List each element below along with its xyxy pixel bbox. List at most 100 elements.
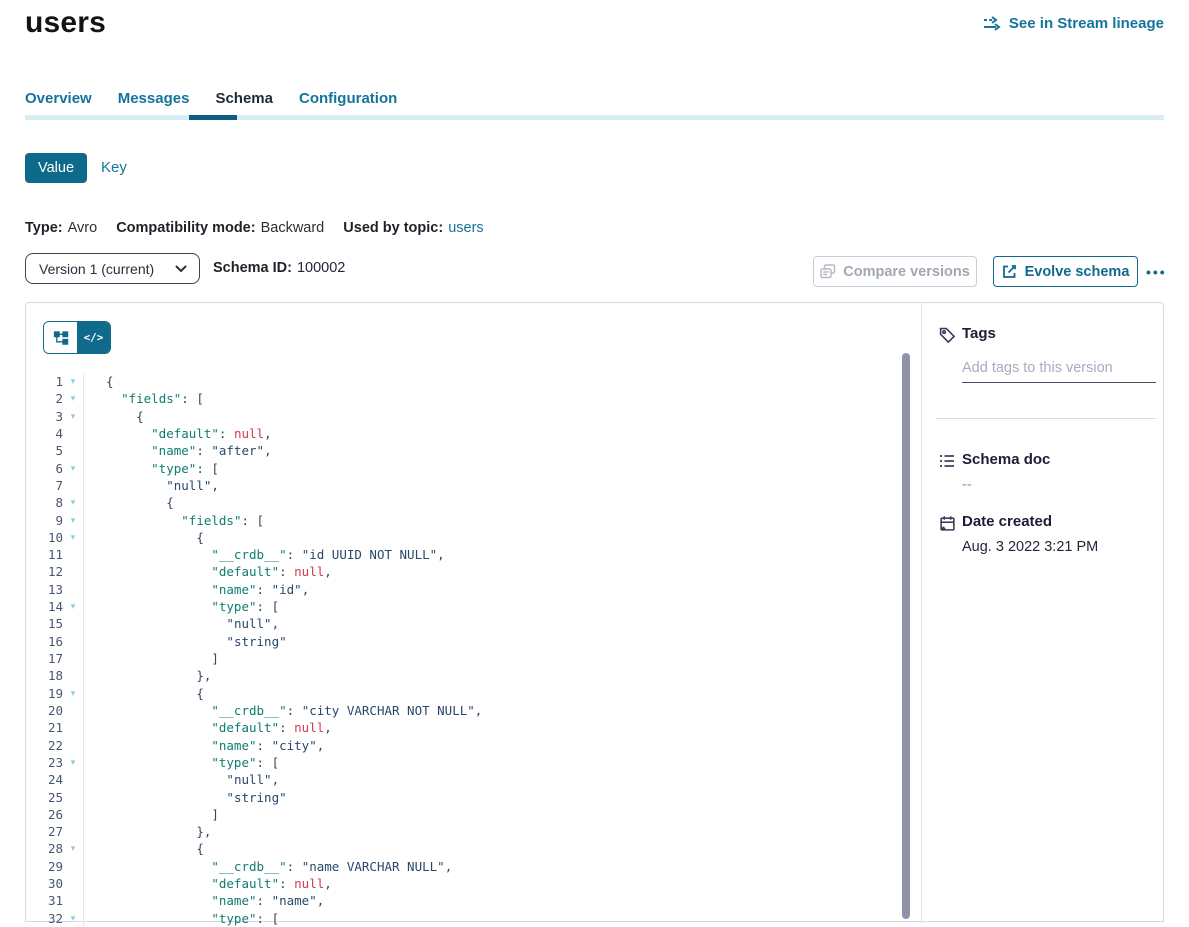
line-number: 32 xyxy=(26,910,63,927)
fold-toggle-icon[interactable]: ▾ xyxy=(63,373,83,390)
page-title: users xyxy=(25,6,106,40)
stream-lineage-link[interactable]: See in Stream lineage xyxy=(983,15,1164,32)
code-text: "type": [ xyxy=(83,910,906,927)
tree-view-button[interactable] xyxy=(44,322,77,353)
code-line: 19▾ { xyxy=(26,685,906,702)
line-number: 11 xyxy=(26,546,63,563)
code-line: 5 "name": "after", xyxy=(26,442,906,459)
schema-doc-title: Schema doc xyxy=(962,451,1050,468)
fold-gutter xyxy=(63,771,83,788)
tab-overview[interactable]: Overview xyxy=(25,90,92,107)
line-number: 12 xyxy=(26,563,63,580)
topic-link[interactable]: users xyxy=(448,220,483,236)
fold-toggle-icon[interactable]: ▾ xyxy=(63,910,83,927)
meta-used-by-topic: Used by topic:users xyxy=(343,220,483,236)
fold-toggle-icon[interactable]: ▾ xyxy=(63,390,83,407)
line-number: 15 xyxy=(26,615,63,632)
fold-toggle-icon[interactable]: ▾ xyxy=(63,494,83,511)
tab-messages[interactable]: Messages xyxy=(118,90,190,107)
line-number: 10 xyxy=(26,529,63,546)
line-number: 19 xyxy=(26,685,63,702)
line-number: 27 xyxy=(26,823,63,840)
fold-gutter xyxy=(63,581,83,598)
editor-view-toggle: </> xyxy=(43,321,111,354)
fold-toggle-icon[interactable]: ▾ xyxy=(63,840,83,857)
code-text: "name": "name", xyxy=(83,892,906,909)
code-text: "name": "id", xyxy=(83,581,906,598)
code-text: ] xyxy=(83,650,906,667)
more-actions-button[interactable]: ••• xyxy=(1146,256,1167,287)
fold-toggle-icon[interactable]: ▾ xyxy=(63,598,83,615)
tab-configuration[interactable]: Configuration xyxy=(299,90,397,107)
schema-doc-value: -- xyxy=(962,477,972,493)
fold-toggle-icon[interactable]: ▾ xyxy=(63,529,83,546)
code-text: "fields": [ xyxy=(83,390,906,407)
code-text: "name": "after", xyxy=(83,442,906,459)
compare-icon xyxy=(820,264,836,279)
code-text: "null", xyxy=(83,477,906,494)
chevron-down-icon xyxy=(175,265,187,273)
meta-type: Type:Avro xyxy=(25,220,97,236)
line-number: 8 xyxy=(26,494,63,511)
version-dropdown[interactable]: Version 1 (current) xyxy=(25,253,200,284)
line-number: 20 xyxy=(26,702,63,719)
line-number: 5 xyxy=(26,442,63,459)
code-text: { xyxy=(83,373,906,390)
tags-title: Tags xyxy=(962,325,996,342)
code-text: }, xyxy=(83,667,906,684)
code-text: "default": null, xyxy=(83,563,906,580)
fold-toggle-icon[interactable]: ▾ xyxy=(63,460,83,477)
line-number: 6 xyxy=(26,460,63,477)
line-number: 28 xyxy=(26,840,63,857)
fold-gutter xyxy=(63,425,83,442)
value-toggle-button[interactable]: Value xyxy=(25,153,87,183)
line-number: 16 xyxy=(26,633,63,650)
schema-id: Schema ID:100002 xyxy=(213,260,345,276)
fold-toggle-icon[interactable]: ▾ xyxy=(63,754,83,771)
code-line: 17 ] xyxy=(26,650,906,667)
stream-lineage-icon xyxy=(983,16,1002,31)
fold-toggle-icon[interactable]: ▾ xyxy=(63,408,83,425)
code-line: 20 "__crdb__": "city VARCHAR NOT NULL", xyxy=(26,702,906,719)
line-number: 18 xyxy=(26,667,63,684)
code-line: 24 "null", xyxy=(26,771,906,788)
tab-bar: Overview Messages Schema Configuration xyxy=(25,90,423,107)
code-text: "null", xyxy=(83,771,906,788)
code-line: 12 "default": null, xyxy=(26,563,906,580)
version-selected-value: Version 1 (current) xyxy=(26,261,175,277)
code-line: 16 "string" xyxy=(26,633,906,650)
fold-gutter xyxy=(63,806,83,823)
code-line: 21 "default": null, xyxy=(26,719,906,736)
compare-versions-button[interactable]: Compare versions xyxy=(813,256,977,287)
schema-code-editor[interactable]: 1▾{2▾ "fields": [3▾ {4 "default": null,5… xyxy=(26,373,906,927)
code-line: 30 "default": null, xyxy=(26,875,906,892)
tab-schema[interactable]: Schema xyxy=(215,90,273,107)
code-line: 6▾ "type": [ xyxy=(26,460,906,477)
editor-scrollbar[interactable] xyxy=(902,353,910,919)
fold-toggle-icon[interactable]: ▾ xyxy=(63,685,83,702)
code-text: "type": [ xyxy=(83,460,906,477)
evolve-schema-button[interactable]: Evolve schema xyxy=(993,256,1138,287)
tag-icon xyxy=(939,327,956,349)
code-text: "__crdb__": "name VARCHAR NULL", xyxy=(83,858,906,875)
add-tags-input[interactable] xyxy=(962,358,1156,383)
code-line: 2▾ "fields": [ xyxy=(26,390,906,407)
tree-view-icon xyxy=(53,330,69,346)
fold-gutter xyxy=(63,667,83,684)
line-number: 2 xyxy=(26,390,63,407)
code-text: }, xyxy=(83,823,906,840)
date-created-value: Aug. 3 2022 3:21 PM xyxy=(962,539,1098,555)
code-view-button[interactable]: </> xyxy=(77,322,110,353)
fold-toggle-icon[interactable]: ▾ xyxy=(63,512,83,529)
code-text: { xyxy=(83,685,906,702)
code-line: 13 "name": "id", xyxy=(26,581,906,598)
stream-lineage-label: See in Stream lineage xyxy=(1009,15,1164,32)
code-text: "__crdb__": "city VARCHAR NOT NULL", xyxy=(83,702,906,719)
key-toggle-button[interactable]: Key xyxy=(101,153,127,183)
code-text: { xyxy=(83,494,906,511)
code-line: 18 }, xyxy=(26,667,906,684)
code-line: 27 }, xyxy=(26,823,906,840)
fold-gutter xyxy=(63,823,83,840)
line-number: 23 xyxy=(26,754,63,771)
line-number: 24 xyxy=(26,771,63,788)
